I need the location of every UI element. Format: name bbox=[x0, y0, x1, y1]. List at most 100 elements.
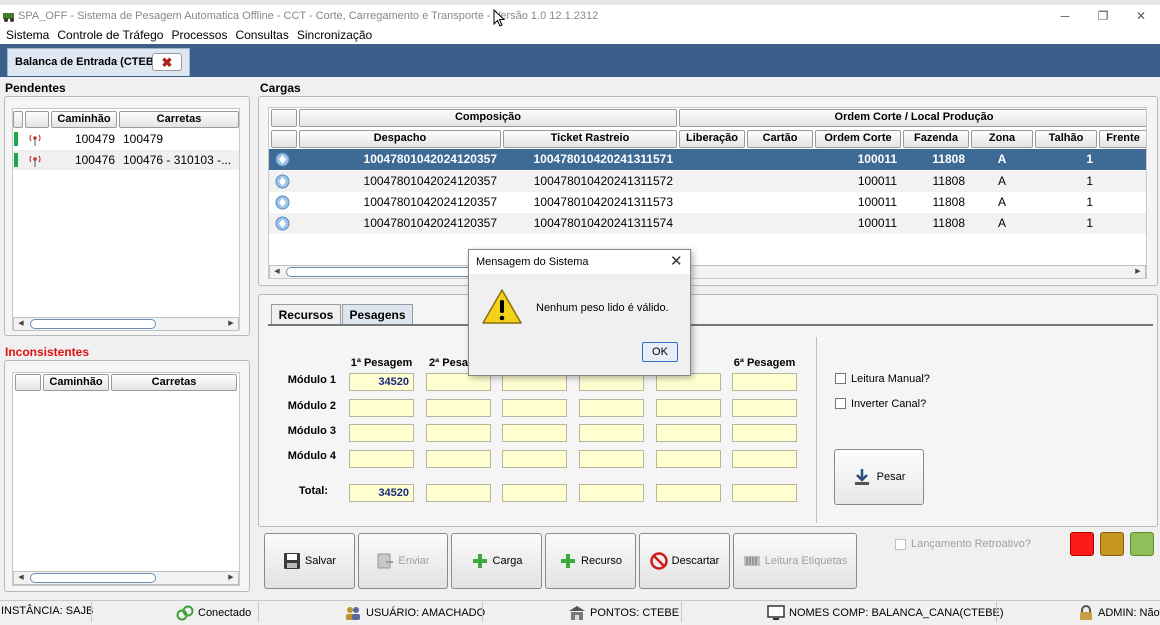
window-controls: ─ ❐ ✕ bbox=[1046, 6, 1160, 26]
ticket-cell: 10047801042024131157​4 bbox=[533, 216, 673, 230]
col-header-6: 6ª Pesagem bbox=[733, 357, 796, 369]
header-caminhao[interactable]: Caminhão bbox=[43, 374, 109, 391]
cargas-hscroll[interactable]: ◀ ▶ bbox=[269, 265, 1146, 278]
inverter-canal-checkbox[interactable] bbox=[835, 398, 846, 409]
weight-field[interactable] bbox=[502, 399, 567, 417]
scroll-thumb[interactable] bbox=[30, 573, 156, 583]
menu-consultas[interactable]: Consultas bbox=[229, 27, 290, 44]
group-header-ordem-corte: Ordem Corte / Local Produção bbox=[679, 109, 1146, 127]
header-talhao[interactable]: Talhão bbox=[1035, 130, 1097, 148]
inconsistentes-table: Caminhão Carretas ◀ ▶ bbox=[12, 372, 240, 586]
weight-field[interactable] bbox=[502, 424, 567, 442]
ordem-cell: 100011 bbox=[857, 152, 897, 166]
ordem-cell: 100011 bbox=[857, 195, 897, 209]
table-row[interactable]: 10047801042024120357 1004780104202413115… bbox=[269, 213, 1146, 234]
weight-field[interactable] bbox=[349, 399, 414, 417]
salvar-label: Salvar bbox=[304, 555, 337, 567]
weight-field[interactable] bbox=[426, 399, 491, 417]
leitura-etiquetas-button[interactable]: Leitura Etiquetas bbox=[733, 533, 857, 589]
header-ordem-corte[interactable]: Ordem Corte bbox=[815, 130, 901, 148]
row-label-modulo-3: Módulo 3 bbox=[287, 425, 336, 437]
floppy-disk-icon bbox=[283, 553, 300, 569]
header-ticket-rastreio[interactable]: Ticket Rastreio bbox=[503, 130, 677, 148]
header-zona[interactable]: Zona bbox=[971, 130, 1033, 148]
download-arrow-icon bbox=[854, 469, 869, 485]
info-diamond-icon bbox=[275, 216, 290, 231]
restore-button[interactable]: ❐ bbox=[1084, 6, 1122, 26]
salvar-button[interactable]: Salvar bbox=[264, 533, 355, 589]
menu-processos[interactable]: Processos bbox=[165, 27, 229, 44]
scroll-left-icon[interactable]: ◀ bbox=[15, 318, 27, 330]
pendentes-table: Caminhão Carretas 100479 100479 100476 1… bbox=[12, 108, 240, 331]
row-label-modulo-2: Módulo 2 bbox=[287, 400, 336, 412]
talhao-cell: 1 bbox=[1086, 152, 1093, 166]
dialog-ok-button[interactable]: OK bbox=[642, 342, 678, 362]
table-row[interactable]: 100476 100476 - 310103 -... bbox=[13, 150, 239, 170]
weight-field[interactable] bbox=[732, 373, 797, 391]
weight-field[interactable]: 34520 bbox=[349, 373, 414, 391]
inconsistentes-hscroll[interactable]: ◀ ▶ bbox=[13, 571, 239, 585]
weight-field[interactable] bbox=[502, 450, 567, 468]
weight-field[interactable] bbox=[732, 399, 797, 417]
scroll-right-icon[interactable]: ▶ bbox=[225, 318, 237, 330]
status-usuario: USUÁRIO: AMACHADO bbox=[344, 605, 485, 621]
menu-sincronizacao[interactable]: Sincronização bbox=[291, 27, 374, 44]
fazenda-cell: 11808 bbox=[932, 195, 965, 209]
close-window-button[interactable]: ✕ bbox=[1122, 6, 1160, 26]
weight-field[interactable] bbox=[579, 399, 644, 417]
scroll-right-icon[interactable]: ▶ bbox=[225, 572, 237, 584]
weight-field[interactable] bbox=[656, 450, 721, 468]
scroll-left-icon[interactable]: ◀ bbox=[15, 572, 27, 584]
minimize-button[interactable]: ─ bbox=[1046, 6, 1084, 26]
header-carretas[interactable]: Carretas bbox=[111, 374, 237, 391]
zona-cell: A bbox=[997, 195, 1006, 209]
weight-field[interactable] bbox=[349, 424, 414, 442]
header-despacho[interactable]: Despacho bbox=[299, 130, 501, 148]
pesar-button[interactable]: Pesar bbox=[834, 449, 924, 505]
plus-icon bbox=[561, 554, 576, 568]
status-admin-text: ADMIN: Não bbox=[1098, 607, 1160, 619]
weight-field[interactable] bbox=[349, 450, 414, 468]
header-cartao[interactable]: Cartão bbox=[747, 130, 813, 148]
weight-field[interactable] bbox=[656, 424, 721, 442]
header-caminhao[interactable]: Caminhão bbox=[51, 111, 117, 128]
table-row[interactable]: 10047801042024120357 1004780104202413115… bbox=[269, 192, 1146, 213]
weight-field[interactable] bbox=[579, 424, 644, 442]
carga-button[interactable]: Carga bbox=[451, 533, 542, 589]
enviar-button[interactable]: Enviar bbox=[358, 533, 448, 589]
menu-sistema[interactable]: Sistema bbox=[0, 27, 51, 44]
weight-field[interactable] bbox=[426, 424, 491, 442]
leitura-manual-checkbox[interactable] bbox=[835, 373, 846, 384]
scroll-left-icon[interactable]: ◀ bbox=[271, 266, 283, 278]
dialog-title: Mensagem do Sistema bbox=[476, 256, 589, 268]
total-field bbox=[656, 484, 721, 502]
weight-field[interactable] bbox=[426, 450, 491, 468]
table-row-selected[interactable]: 10047801042024120357 1004780104202413115… bbox=[269, 149, 1146, 170]
warning-icon bbox=[482, 289, 522, 324]
header-fazenda[interactable]: Fazenda bbox=[903, 130, 969, 148]
close-tab-button[interactable]: ✖ bbox=[152, 53, 182, 71]
scroll-thumb[interactable] bbox=[30, 319, 156, 329]
weight-field[interactable] bbox=[656, 399, 721, 417]
scroll-right-icon[interactable]: ▶ bbox=[1132, 266, 1144, 278]
weight-field[interactable] bbox=[732, 424, 797, 442]
table-row[interactable]: 10047801042024120357 1004780104202413115… bbox=[269, 171, 1146, 192]
tab-recursos[interactable]: Recursos bbox=[271, 304, 341, 324]
caminhao-cell: 100476 bbox=[74, 153, 115, 167]
weight-field[interactable] bbox=[579, 450, 644, 468]
menu-controle-trafego[interactable]: Controle de Tráfego bbox=[51, 27, 165, 44]
weight-field[interactable] bbox=[732, 450, 797, 468]
header-liberacao[interactable]: Liberação bbox=[679, 130, 745, 148]
tab-pesagens[interactable]: Pesagens bbox=[342, 304, 413, 324]
document-tab[interactable]: Balanca de Entrada (CTEBE) ✖ bbox=[7, 48, 190, 76]
monitor-icon bbox=[767, 605, 785, 620]
retroativo-checkbox[interactable] bbox=[895, 539, 906, 550]
total-field bbox=[502, 484, 567, 502]
dialog-close-button[interactable]: ✕ bbox=[670, 252, 683, 270]
table-row[interactable]: 100479 100479 bbox=[13, 129, 239, 149]
header-frente[interactable]: Frente bbox=[1099, 130, 1146, 148]
header-carretas[interactable]: Carretas bbox=[119, 111, 239, 128]
recurso-button[interactable]: Recurso bbox=[545, 533, 636, 589]
descartar-button[interactable]: Descartar bbox=[639, 533, 730, 589]
pendentes-hscroll[interactable]: ◀ ▶ bbox=[13, 317, 239, 331]
